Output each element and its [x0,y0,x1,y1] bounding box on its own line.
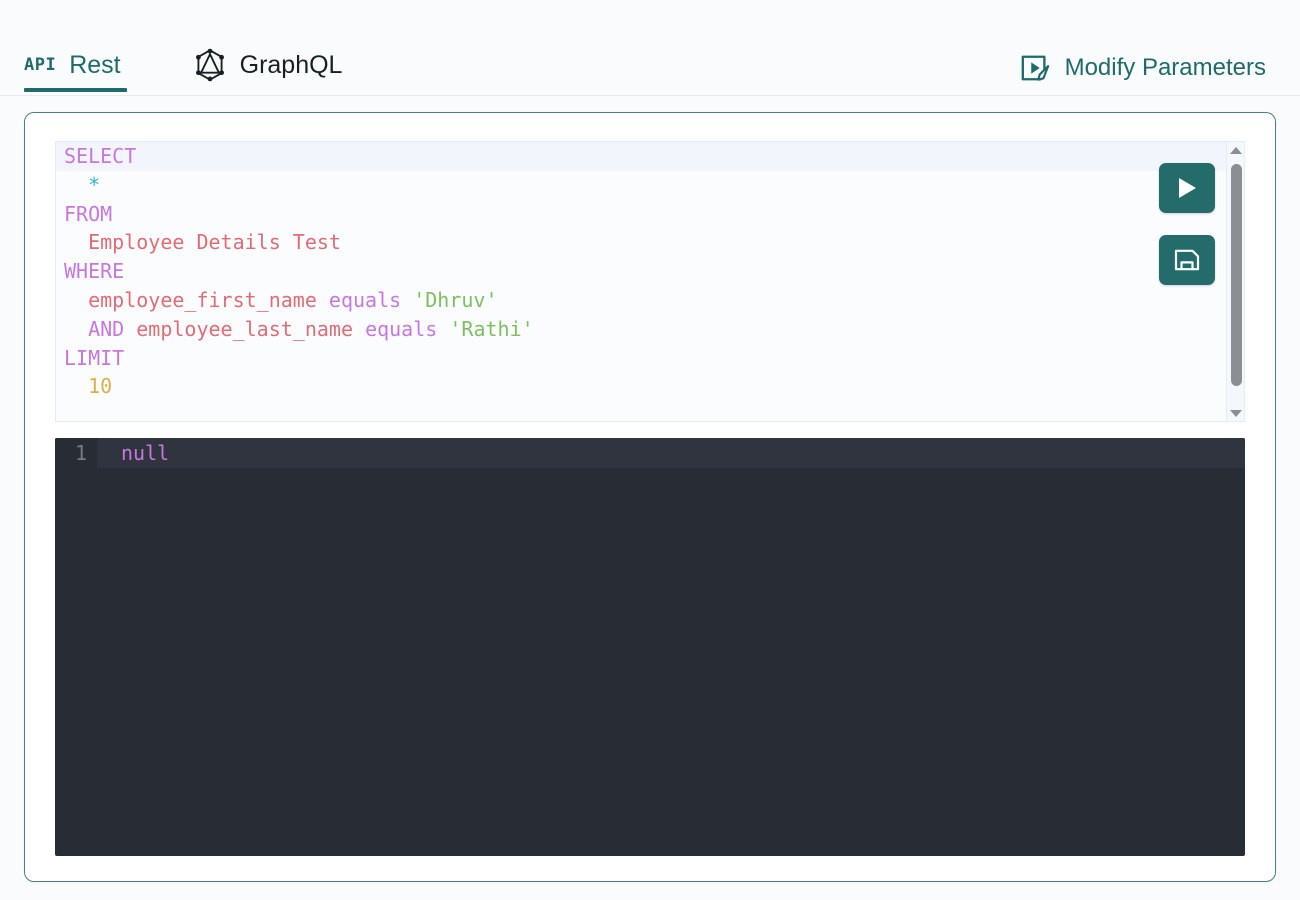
code-line: employee_first_name equals 'Dhruv' [56,286,1228,315]
code-line: LIMIT [56,344,1228,373]
output-value: null [121,441,170,465]
tab-graphql-label: GraphQL [239,50,343,79]
code-line: Employee Details Test [56,228,1228,257]
code-token: Employee Details Test [88,230,341,255]
output-row: 1 null [55,438,1245,468]
play-edit-icon [1020,53,1050,83]
code-token: employee_last_name [136,316,354,341]
code-line: AND employee_last_name equals 'Rathi' [56,315,1228,344]
code-token: WHERE [64,259,125,284]
code-token: SELECT [64,144,137,168]
code-token: FROM [64,201,113,226]
scrollbar-thumb[interactable] [1231,164,1242,386]
play-icon [1176,176,1198,200]
code-line: WHERE [56,257,1228,286]
code-token: employee_first_name [88,287,317,312]
scroll-down-arrow-icon[interactable] [1227,405,1244,421]
code-line: * [56,171,1228,200]
run-query-button[interactable] [1159,163,1215,213]
graphql-icon [193,48,227,82]
query-output-panel[interactable]: 1 null [55,438,1245,856]
code-token: 'Rathi' [449,316,534,341]
code-line: SELECT [56,142,1228,171]
sql-editor[interactable]: SELECT * FROM Employee Details Test WHERE … [55,141,1245,422]
code-token: 10 [88,374,113,399]
app-header: API Rest GraphQL Modify Parameters [0,0,1300,96]
code-token: 'Dhruv' [413,287,498,312]
editor-scrollbar[interactable] [1226,142,1244,421]
api-badge-icon: API [24,54,57,75]
code-token: equals [328,287,402,312]
scroll-up-arrow-icon[interactable] [1227,142,1244,158]
save-floppy-icon [1174,247,1200,273]
tab-rest-label: Rest [69,50,121,79]
active-tab-indicator [24,88,127,92]
modify-parameters-label: Modify Parameters [1064,54,1266,81]
code-token: * [88,172,101,197]
save-query-button[interactable] [1159,235,1215,285]
tab-rest[interactable]: API Rest [24,40,151,90]
output-line-number: 1 [55,438,97,468]
sql-editor-code[interactable]: SELECT * FROM Employee Details Test WHERE … [56,142,1228,401]
tab-graphql[interactable]: GraphQL [151,40,343,90]
code-token: LIMIT [64,345,125,370]
code-line: 10 [56,372,1228,401]
modify-parameters-button[interactable]: Modify Parameters [1020,53,1266,83]
query-card: SELECT * FROM Employee Details Test WHERE … [24,112,1276,882]
code-token: AND [88,316,125,341]
code-line: FROM [56,200,1228,229]
api-type-tabs: API Rest GraphQL [24,40,342,90]
code-token: equals [365,316,438,341]
